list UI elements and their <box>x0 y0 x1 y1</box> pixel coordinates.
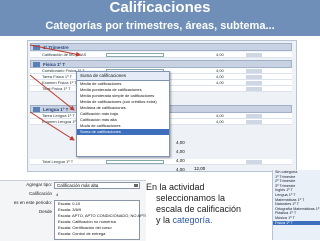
grade-item-row[interactable]: Calificación de MOFRAS 4,00 <box>30 52 292 58</box>
folder-icon <box>33 107 40 112</box>
slide-subtitle: Categorías por trimestres, áreas, subtem… <box>0 16 320 36</box>
add-type-label: Agregar tipo: <box>26 182 52 187</box>
grade-item-row[interactable]: Total Lengua 1º T <box>30 159 292 165</box>
category-select-list[interactable]: Sin categoría 1º Trimestre 2º Trimestre 3º … <box>272 170 320 240</box>
category-label: 1º Trimestre <box>43 45 69 50</box>
callout-accent: categoría. <box>172 215 213 225</box>
aggregation-selected[interactable]: Suma de calificaciones <box>77 72 169 81</box>
chevron-down-icon <box>134 184 138 187</box>
grade-item-field[interactable] <box>106 160 164 164</box>
edit-controls-icon[interactable] <box>246 81 262 85</box>
category-row[interactable]: Física 1º T <box>30 60 292 68</box>
callout-line: En la actividad <box>146 182 205 192</box>
instruction-callout: En la actividad seleccionamos la escala … <box>146 182 270 230</box>
edit-controls-icon[interactable] <box>246 120 262 124</box>
grade-item-value: 4,00 <box>216 52 224 57</box>
scale-option[interactable]: Escala: Control de entrega <box>55 231 139 237</box>
add-type-value: Calificación más alta <box>57 183 99 188</box>
edit-controls-icon[interactable] <box>246 53 262 57</box>
add-type-select[interactable]: Calificación más alta <box>54 182 140 189</box>
callout-line: escala de calificación <box>156 204 242 214</box>
folder-icon <box>33 62 40 67</box>
grade-item-field[interactable] <box>106 53 164 57</box>
side-value: 4,00 <box>176 149 185 154</box>
aggregation-dropdown[interactable]: Suma de calificaciones Media de califica… <box>76 71 170 157</box>
aggregation-options: Media de calificaciones Media ponderada d… <box>77 81 169 135</box>
grade-item-value: 4,00 <box>216 119 224 124</box>
edit-controls-icon[interactable] <box>246 69 262 73</box>
callout-line: seleccionamos la <box>156 193 226 203</box>
category-row[interactable]: 1º Trimestre <box>30 43 292 51</box>
grade-value: 4 <box>56 192 59 197</box>
side-value: 4,00 <box>176 140 185 145</box>
grade-label: Calificación <box>28 191 52 196</box>
scale-select-list[interactable]: Escala: 0-10 Escala: 3/6/9 Escala: APTO, A… <box>54 200 148 240</box>
category-option[interactable]: Física 1º T <box>273 220 320 226</box>
grade-item-name: Total Lengua 1º T <box>42 159 74 164</box>
total-value: 12,00 <box>194 166 206 171</box>
slide-title: Calificaciones <box>0 0 320 16</box>
grade-item-name: Calificación de MOFRAS <box>42 52 87 57</box>
edit-controls-icon[interactable] <box>246 87 262 91</box>
side-value: 4,00 <box>176 158 185 163</box>
category-label: Física 1º T <box>43 62 66 67</box>
edit-controls-icon[interactable] <box>246 114 262 118</box>
edit-controls-icon[interactable] <box>246 160 262 164</box>
aggregation-option[interactable]: Suma de calificaciones <box>77 129 169 135</box>
folder-icon <box>33 45 40 50</box>
period-question-label: es en este periodo: <box>13 200 52 205</box>
from-label: Desde <box>38 209 52 214</box>
category-label: Lengua 1º T <box>43 107 69 112</box>
edit-controls-icon[interactable] <box>246 75 262 79</box>
side-value: 4,00 <box>176 167 185 172</box>
callout-line: y la <box>156 215 173 225</box>
